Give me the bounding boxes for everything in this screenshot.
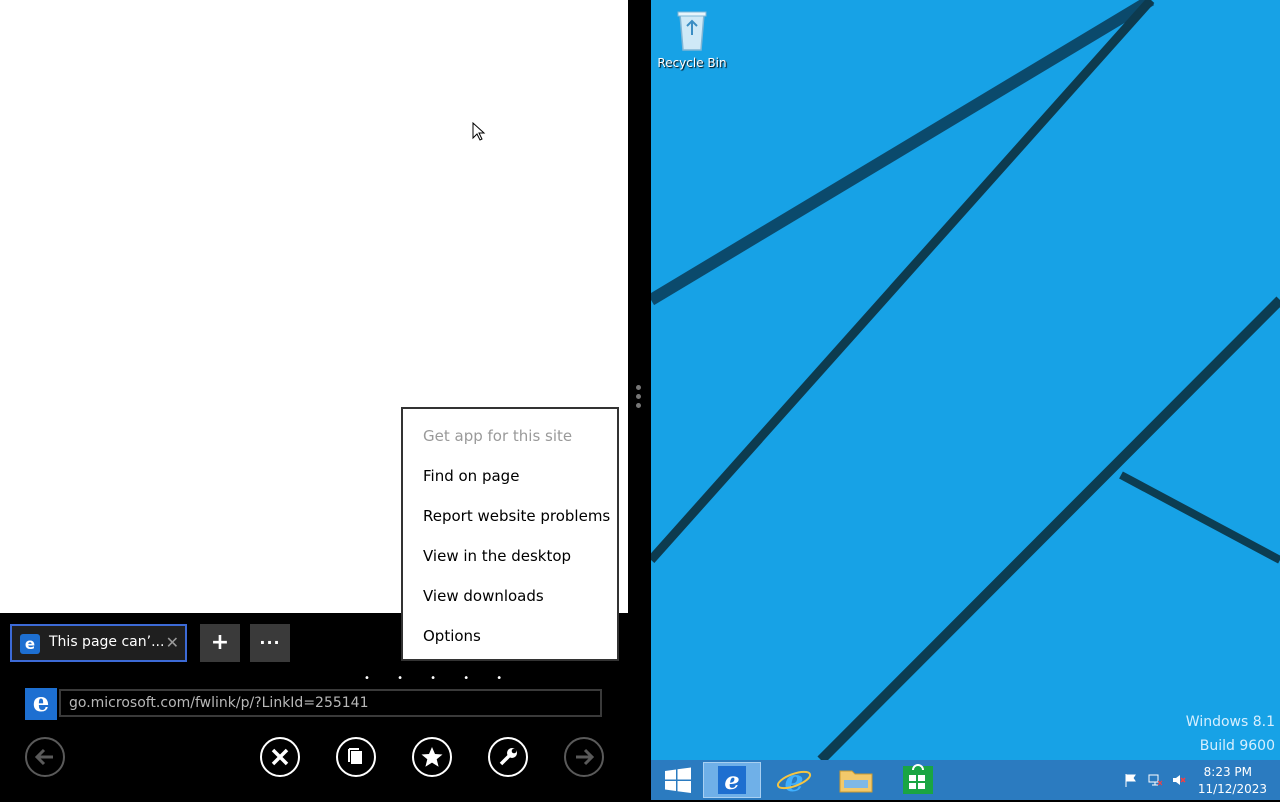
clock-time[interactable]: 8:23 PM	[1204, 765, 1252, 779]
close-tab-icon[interactable]: ✕	[166, 633, 179, 652]
tab-tools-button[interactable]: ···	[250, 624, 290, 662]
network-icon[interactable]	[1148, 773, 1162, 787]
page-tools-menu: Get app for this site Find on page Repor…	[401, 407, 619, 661]
stop-icon[interactable]	[260, 737, 300, 777]
watermark-build: Build 9600	[1199, 738, 1275, 754]
svg-text:e: e	[784, 764, 803, 798]
desktop[interactable]: Recycle Bin Windows 8.1 Build 9600	[651, 0, 1280, 760]
page-tools-wrench-icon[interactable]	[488, 737, 528, 777]
favorites-star-icon[interactable]	[412, 737, 452, 777]
mouse-pointer-icon	[472, 122, 486, 141]
new-tab-button[interactable]: +	[200, 624, 240, 662]
menu-item-view-in-desktop[interactable]: View in the desktop	[403, 543, 617, 583]
recycle-bin[interactable]: Recycle Bin	[656, 6, 728, 70]
ie-logo-icon: e	[25, 688, 57, 720]
action-center-flag-icon[interactable]	[1124, 773, 1138, 787]
recycle-bin-label: Recycle Bin	[657, 56, 727, 70]
tab-title: This page can’...	[49, 634, 165, 650]
divider-grip-icon[interactable]	[636, 385, 642, 415]
forward-arrow-icon[interactable]	[564, 737, 604, 777]
volume-muted-icon[interactable]	[1172, 773, 1186, 787]
file-explorer-icon[interactable]	[827, 762, 885, 798]
menu-item-options[interactable]: Options	[403, 623, 617, 663]
address-input[interactable]: go.microsoft.com/fwlink/p/?LinkId=255141	[59, 689, 602, 717]
ie-favicon-icon: e	[20, 634, 40, 654]
store-icon[interactable]	[889, 762, 947, 798]
recycle-bin-icon	[677, 11, 707, 51]
watermark-os: Windows 8.1	[1185, 714, 1275, 730]
menu-item-get-app: Get app for this site	[423, 427, 573, 445]
menu-item-view-downloads[interactable]: View downloads	[403, 583, 617, 623]
back-arrow-icon[interactable]	[25, 737, 65, 777]
clock-date[interactable]: 11/12/2023	[1198, 782, 1267, 796]
loading-dots: • • • • •	[364, 673, 515, 684]
tabs-icon[interactable]	[336, 737, 376, 777]
system-tray: 8:23 PM 11/12/2023	[1120, 760, 1280, 800]
ie-modern-app: e This page can’... ✕ + ··· • • • • • e …	[0, 0, 628, 800]
internet-explorer-icon[interactable]: e	[765, 762, 823, 799]
menu-item-report-problems[interactable]: Report website problems	[403, 503, 617, 543]
split-view-divider[interactable]	[628, 0, 651, 800]
internet-explorer-modern-icon[interactable]: e	[703, 762, 761, 798]
svg-text:e: e	[724, 766, 739, 795]
menu-item-find-on-page[interactable]: Find on page	[403, 463, 617, 503]
build-watermark: Windows 8.1 Build 9600	[1186, 710, 1275, 758]
taskbar: e e 8:23 PM 11/12/2023	[651, 760, 1280, 800]
desktop-wallpaper	[651, 0, 1280, 760]
address-bar: e go.microsoft.com/fwlink/p/?LinkId=2551…	[25, 688, 604, 720]
browser-tab[interactable]: e This page can’... ✕	[10, 624, 187, 662]
